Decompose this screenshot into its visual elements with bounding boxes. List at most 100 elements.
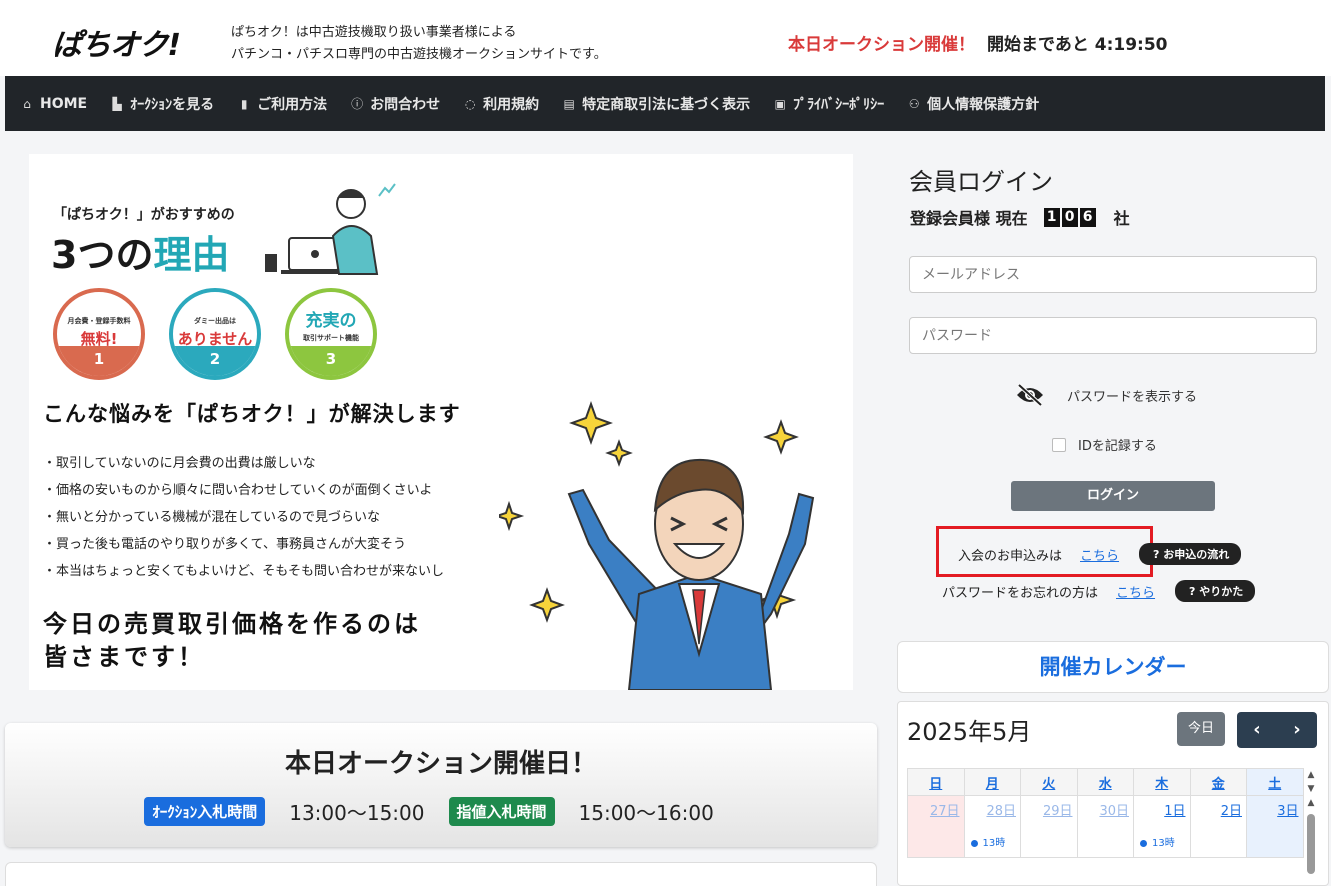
day-number[interactable]: 30日: [1099, 804, 1129, 819]
nav-item-personal-info[interactable]: ⚇ 個人情報保護方針: [907, 94, 1039, 114]
banner-title-accent: 理由: [153, 233, 230, 277]
user-icon: ⚇: [908, 96, 920, 111]
member-count-prefix: 登録会員様 現在: [910, 209, 1028, 228]
reason-caption: 月会費・登録手数料: [67, 317, 131, 325]
cart-icon: ▙: [112, 96, 122, 111]
calendar-event[interactable]: 13時: [971, 834, 1006, 849]
book-icon: ▮: [240, 96, 248, 111]
calendar-day[interactable]: 28日 13時: [963, 795, 1021, 858]
question-circle-icon: ⓘ: [351, 97, 364, 111]
forgot-help-button[interactable]: ? やりかた: [1175, 580, 1256, 602]
banner-title: 3つの理由: [51, 224, 229, 279]
scroll-up-icon[interactable]: ▲: [1302, 768, 1320, 782]
calendar-day[interactable]: 1日 13時: [1133, 795, 1191, 858]
scroll-down-icon[interactable]: ▼: [1302, 782, 1320, 796]
scrollbar-thumb[interactable]: [1307, 814, 1315, 874]
nav-item-commerce-law[interactable]: ▤ 特定商取引法に基づく表示: [562, 94, 750, 114]
calendar-day[interactable]: 2日: [1189, 795, 1247, 858]
site-logo[interactable]: ぱちオク!: [52, 20, 181, 64]
nav-item-privacy-policy[interactable]: ▣ ﾌﾟﾗｲﾊﾞｼｰﾎﾟﾘｼｰ: [773, 94, 884, 114]
weekday-header[interactable]: 火: [1020, 768, 1078, 796]
reason-badge-1: 月会費・登録手数料 無料! 1: [53, 288, 145, 380]
reason-headline: 充実の: [305, 311, 357, 331]
banner-closing-line-2: 皆さまです！: [43, 643, 205, 671]
calendar-scrollbar[interactable]: ▲ ▼ ▲: [1302, 768, 1320, 885]
site-header: ぱちオク! ぱちオク！は中古遊技機取り扱い事業者様による パチンコ・パチスロ専門…: [0, 0, 1331, 76]
calendar-day[interactable]: 29日: [1020, 795, 1078, 858]
member-count-suffix: 社: [1113, 209, 1130, 228]
reason-caption: ダミー出品は: [194, 317, 236, 325]
calendar-day[interactable]: 3日: [1246, 795, 1304, 858]
banner-bullet: ・無いと分かっている機械が混在しているので見づらいな: [43, 510, 380, 525]
weekday-header[interactable]: 木: [1133, 768, 1191, 796]
apply-text: 入会のお申込みは: [958, 548, 1063, 564]
auction-announcement: 本日オークション開催！ 開始まであと 4:19:50: [788, 30, 1168, 55]
remember-id-label: IDを記録する: [1078, 439, 1157, 454]
scroll-up-icon[interactable]: ▲: [1302, 796, 1320, 810]
apply-flow-help-button[interactable]: ? お申込の流れ: [1139, 543, 1242, 565]
nav-item-usage[interactable]: ▮ ご利用方法: [237, 94, 327, 114]
show-password-toggle[interactable]: パスワードを表示する: [1015, 383, 1197, 407]
apply-row: 入会のお申込みは こちら ? お申込の流れ: [958, 543, 1242, 565]
nav-item-auction[interactable]: ▙ ｵｰｸｼｮﾝを見る: [110, 94, 215, 114]
document-icon: ▤: [563, 96, 575, 111]
login-button[interactable]: ログイン: [1011, 481, 1215, 511]
forgot-password-row: パスワードをお忘れの方は こちら ? やりかた: [942, 580, 1256, 602]
tagline-line-1: ぱちオク！は中古遊技機取り扱い事業者様による: [231, 25, 517, 40]
password-field[interactable]: [909, 317, 1317, 354]
weekday-header[interactable]: 金: [1189, 768, 1247, 796]
eye-slash-icon: [1017, 383, 1043, 407]
banner-bullet: ・価格の安いものから順々に問い合わせしていくのが面倒くさいよ: [43, 483, 433, 498]
next-card: [5, 862, 877, 886]
limit-time-badge: 指値入札時間: [448, 797, 555, 826]
nav-label: 個人情報保護方針: [927, 96, 1040, 113]
home-icon: ⌂: [23, 96, 31, 111]
reason-badge-2: ダミー出品は ありません 2: [169, 288, 261, 380]
weekday-header[interactable]: 土: [1246, 768, 1304, 796]
day-number[interactable]: 1日: [1164, 804, 1185, 819]
nav-label: 利用規約: [483, 96, 540, 113]
banner-bullet: ・本当はちょっと安くてもよいけど、そもそも問い合わせが来ないし: [43, 564, 445, 579]
member-digit: 6: [1079, 207, 1096, 227]
member-count-digits: 1 0 6: [1043, 207, 1098, 227]
calendar-header: 開催カレンダー: [897, 641, 1329, 693]
prev-month-button[interactable]: ‹: [1237, 712, 1277, 748]
nav-item-home[interactable]: ⌂ HOME: [20, 96, 87, 112]
remember-id-checkbox[interactable]: IDを記録する: [1052, 435, 1157, 454]
calendar-day[interactable]: 27日: [907, 795, 965, 858]
limit-time-value: 15:00〜16:00: [578, 801, 714, 825]
today-button[interactable]: 今日: [1177, 712, 1225, 746]
day-number[interactable]: 3日: [1277, 804, 1298, 819]
reason-number: 2: [173, 346, 257, 376]
weekday-header[interactable]: 日: [907, 768, 965, 796]
promo-banner: 「ぱちオク！」がおすすめの 3つの理由 月会費・登録手数料 無料! 1 ダミー出…: [29, 154, 853, 690]
site-tagline: ぱちオク！は中古遊技機取り扱い事業者様による パチンコ・パチスロ専門の中古遊技機…: [231, 22, 607, 66]
apply-link[interactable]: こちら: [1080, 545, 1119, 564]
calendar-panel: 2025年5月 今日 ‹ › 日 月 火 水 木 金 土 27日 28日 13時 …: [897, 701, 1329, 886]
calendar-event[interactable]: 13時: [1140, 834, 1175, 849]
weekday-header[interactable]: 月: [963, 768, 1021, 796]
nav-item-contact[interactable]: ⓘ お問合わせ: [350, 94, 440, 114]
next-month-button[interactable]: ›: [1277, 712, 1317, 748]
day-number[interactable]: 29日: [1043, 804, 1073, 819]
banner-closing-text: 今日の売買取引価格を作るのは 皆さまです！: [43, 608, 421, 674]
nav-item-terms[interactable]: ◌ 利用規約: [463, 94, 539, 114]
auction-countdown: 開始まであと 4:19:50: [987, 35, 1168, 55]
day-number[interactable]: 2日: [1221, 804, 1242, 819]
bid-time-badge: ｵｰｸｼｮﾝ入札時間: [144, 797, 266, 826]
forgot-password-link[interactable]: こちら: [1116, 582, 1155, 601]
auction-today-label: 本日オークション開催！: [788, 35, 975, 55]
email-field[interactable]: [909, 256, 1317, 293]
bid-time-value: 13:00〜15:00: [289, 801, 425, 825]
day-number[interactable]: 28日: [986, 804, 1016, 819]
nav-label: HOME: [40, 95, 88, 112]
tagline-line-2: パチンコ・パチスロ専門の中古遊技機オークションサイトです。: [231, 47, 607, 62]
banner-bullet: ・取引していないのに月会費の出費は厳しいな: [43, 456, 316, 471]
laptop-man-illustration: [265, 183, 396, 275]
banner-bullet-list: ・取引していないのに月会費の出費は厳しいな ・価格の安いものから順々に問い合わせ…: [43, 450, 444, 585]
checkbox-box[interactable]: [1052, 437, 1066, 452]
day-number[interactable]: 27日: [930, 804, 960, 819]
calendar-day[interactable]: 30日: [1076, 795, 1134, 858]
weekday-header[interactable]: 水: [1076, 768, 1134, 796]
shield-icon: ◌: [464, 96, 476, 111]
